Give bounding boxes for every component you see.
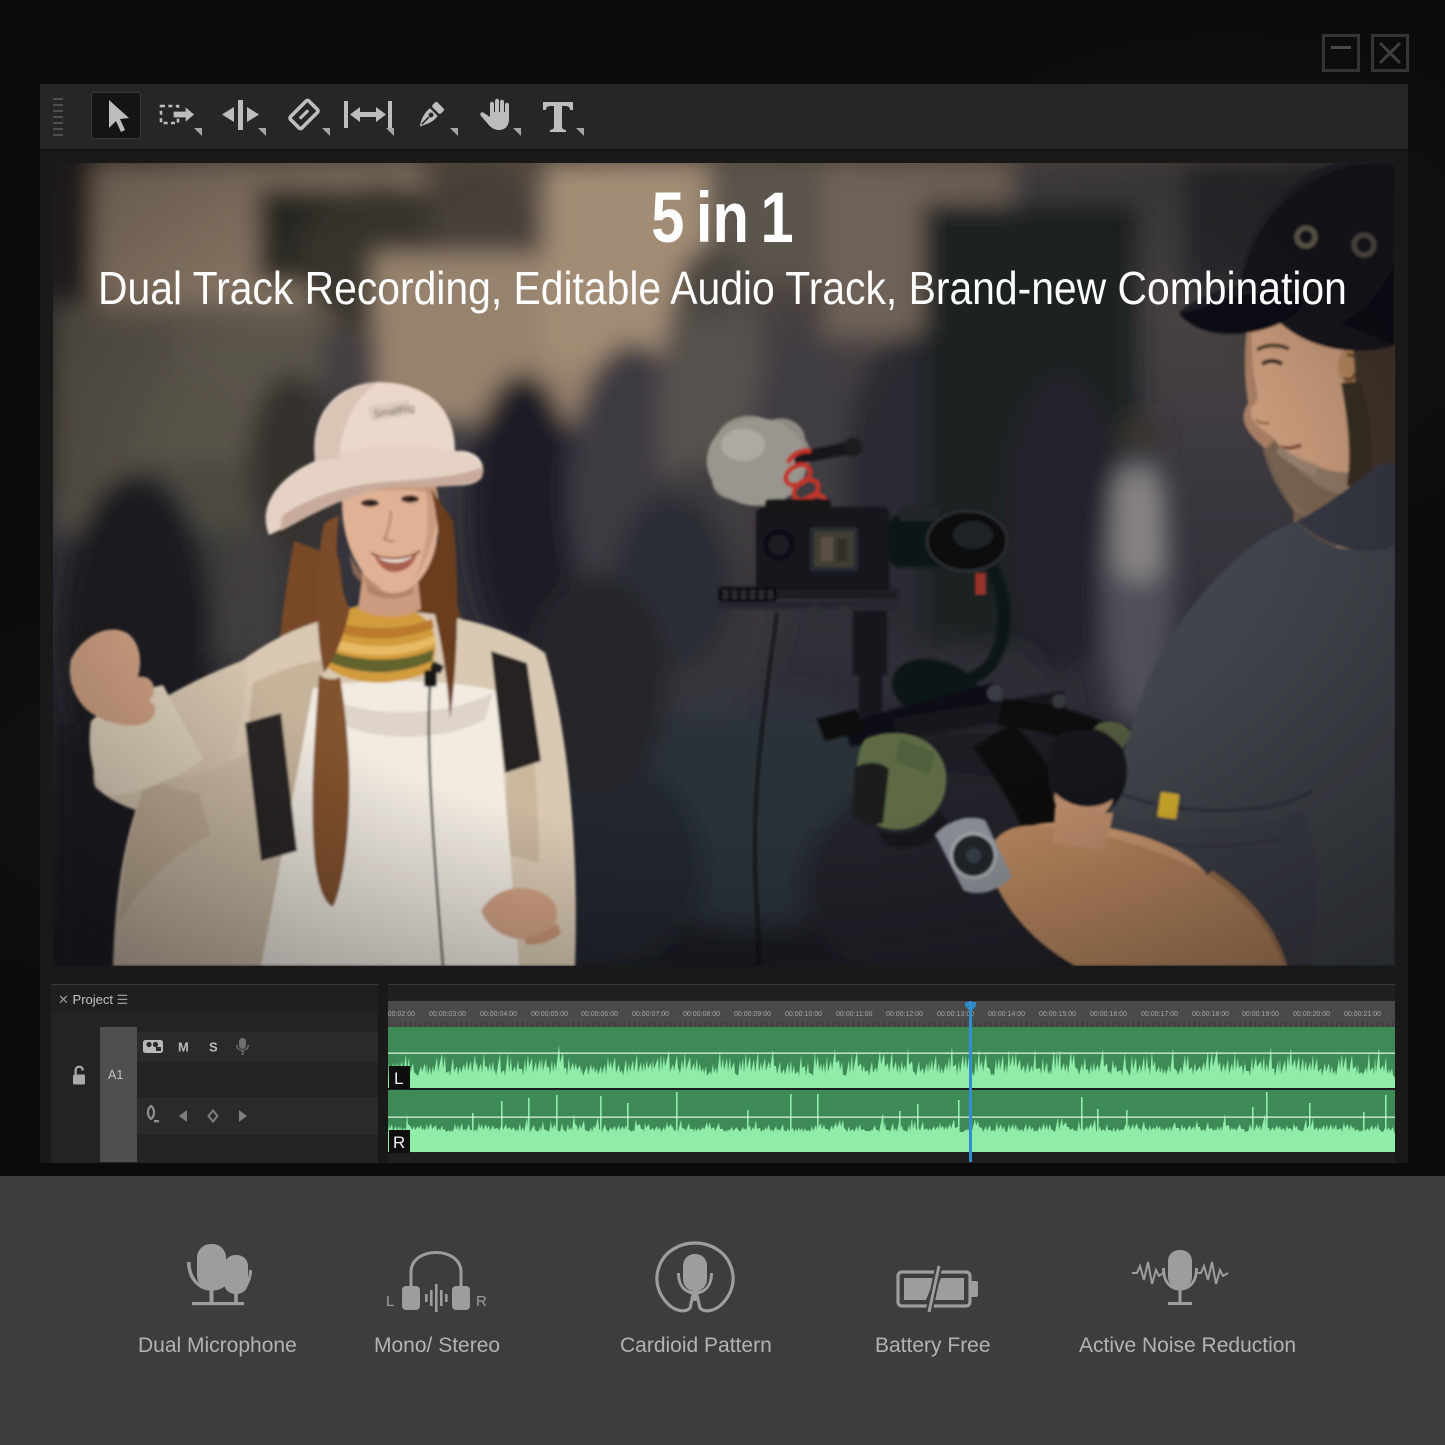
- svg-text:L: L: [386, 1293, 394, 1310]
- svg-text:R: R: [393, 1133, 405, 1152]
- svg-text:M: M: [178, 1040, 189, 1055]
- svg-text:S: S: [209, 1040, 218, 1055]
- svg-text:R: R: [476, 1293, 487, 1310]
- svg-text:L: L: [394, 1069, 403, 1088]
